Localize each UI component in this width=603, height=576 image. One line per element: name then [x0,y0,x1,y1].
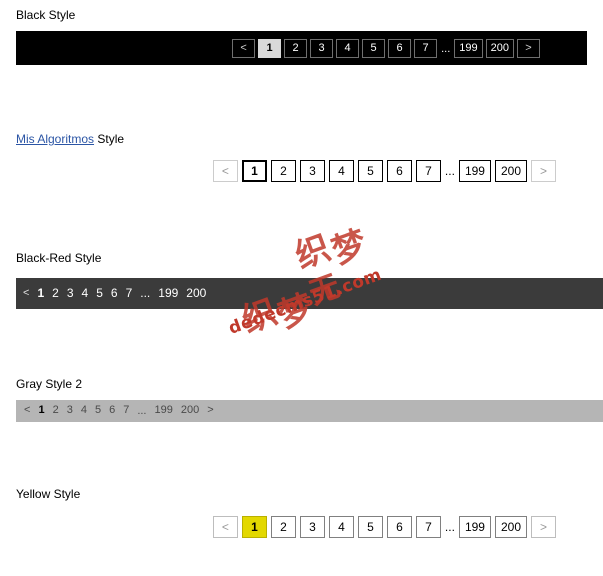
watermark-glyph-1: 织 [290,227,336,278]
black-style-pager: < 1 2 3 4 5 6 7 ... 199 200 > [232,39,540,58]
blackred-prev-button[interactable]: < [23,285,29,301]
mis-ellipsis: ... [444,164,455,178]
blackred-page-2[interactable]: 2 [52,285,59,301]
gray2-ellipsis: ... [137,404,147,417]
blackred-page-199[interactable]: 199 [158,285,178,301]
black-red-pagination-bar: < 1 2 3 4 5 6 7 ... 199 200 [16,278,603,309]
black-page-200[interactable]: 200 [485,39,514,58]
mis-prev-button[interactable]: < [212,160,238,182]
gray-style-2-title: Gray Style 2 [16,377,83,391]
gray-style-2-pagination-bar: < 1 2 3 4 5 6 7 ... 199 200 > [16,400,603,422]
black-red-pager: < 1 2 3 4 5 6 7 ... 199 200 [23,285,206,301]
mis-algoritmos-title-rest: Style [94,132,125,146]
yellow-next-button[interactable]: > [531,516,556,538]
mis-page-1[interactable]: 1 [241,160,267,182]
black-page-1[interactable]: 1 [258,39,282,58]
mis-page-3[interactable]: 3 [299,160,325,182]
blackred-page-3[interactable]: 3 [67,285,74,301]
black-page-3[interactable]: 3 [310,39,334,58]
black-page-4[interactable]: 4 [336,39,360,58]
mis-page-7[interactable]: 7 [415,160,441,182]
gray2-page-4[interactable]: 4 [81,403,87,418]
yellow-page-6[interactable]: 6 [386,516,412,538]
gray2-next-button[interactable]: > [207,403,213,418]
yellow-page-200[interactable]: 200 [494,516,527,538]
gray2-page-2[interactable]: 2 [53,403,59,418]
black-page-2[interactable]: 2 [284,39,308,58]
black-style-pagination-bar: < 1 2 3 4 5 6 7 ... 199 200 > [16,31,587,65]
gray2-prev-button[interactable]: < [24,403,30,418]
mis-page-4[interactable]: 4 [328,160,354,182]
blackred-page-6[interactable]: 6 [111,285,118,301]
black-page-6[interactable]: 6 [388,39,412,58]
mis-algoritmos-style-title: Mis Algoritmos Style [16,132,124,146]
mis-page-6[interactable]: 6 [386,160,412,182]
gray2-page-199[interactable]: 199 [154,403,172,418]
gray2-page-3[interactable]: 3 [67,403,73,418]
mis-page-199[interactable]: 199 [458,160,491,182]
gray2-page-1[interactable]: 1 [38,403,44,418]
yellow-page-199[interactable]: 199 [458,516,491,538]
black-prev-button[interactable]: < [232,39,256,58]
yellow-page-7[interactable]: 7 [415,516,441,538]
yellow-page-3[interactable]: 3 [299,516,325,538]
yellow-prev-button[interactable]: < [212,516,238,538]
mis-page-200[interactable]: 200 [494,160,527,182]
blackred-page-5[interactable]: 5 [96,285,103,301]
gray2-page-6[interactable]: 6 [109,403,115,418]
black-next-button[interactable]: > [517,39,540,58]
black-page-7[interactable]: 7 [414,39,438,58]
black-page-199[interactable]: 199 [454,39,483,58]
black-red-style-title: Black-Red Style [16,251,102,265]
mis-page-2[interactable]: 2 [270,160,296,182]
watermark-glyphs: 织 梦 织 梦 无 [199,193,415,361]
black-page-5[interactable]: 5 [362,39,386,58]
yellow-style-pager: < 1 2 3 4 5 6 7 ... 199 200 > [212,516,556,538]
black-ellipsis: ... [441,42,451,55]
yellow-ellipsis: ... [444,520,455,534]
yellow-page-5[interactable]: 5 [357,516,383,538]
gray-style-2-pager: < 1 2 3 4 5 6 7 ... 199 200 > [24,403,214,418]
gray2-page-200[interactable]: 200 [181,403,199,418]
watermark-glyph-2: 梦 [326,223,373,273]
blackred-page-200[interactable]: 200 [186,285,206,301]
yellow-style-title: Yellow Style [16,487,81,501]
gray2-page-7[interactable]: 7 [123,403,129,418]
mis-next-button[interactable]: > [531,160,556,182]
mis-algoritmos-pager: < 1 2 3 4 5 6 7 ... 199 200 > [212,160,556,182]
blackred-page-4[interactable]: 4 [82,285,89,301]
yellow-page-1[interactable]: 1 [241,516,267,538]
mis-page-5[interactable]: 5 [357,160,383,182]
gray2-page-5[interactable]: 5 [95,403,101,418]
blackred-page-7[interactable]: 7 [126,285,133,301]
blackred-page-1[interactable]: 1 [37,285,44,301]
mis-algoritmos-link[interactable]: Mis Algoritmos [16,132,94,146]
yellow-page-2[interactable]: 2 [270,516,296,538]
blackred-ellipsis: ... [140,286,151,300]
black-style-title: Black Style [16,8,76,22]
yellow-page-4[interactable]: 4 [328,516,354,538]
